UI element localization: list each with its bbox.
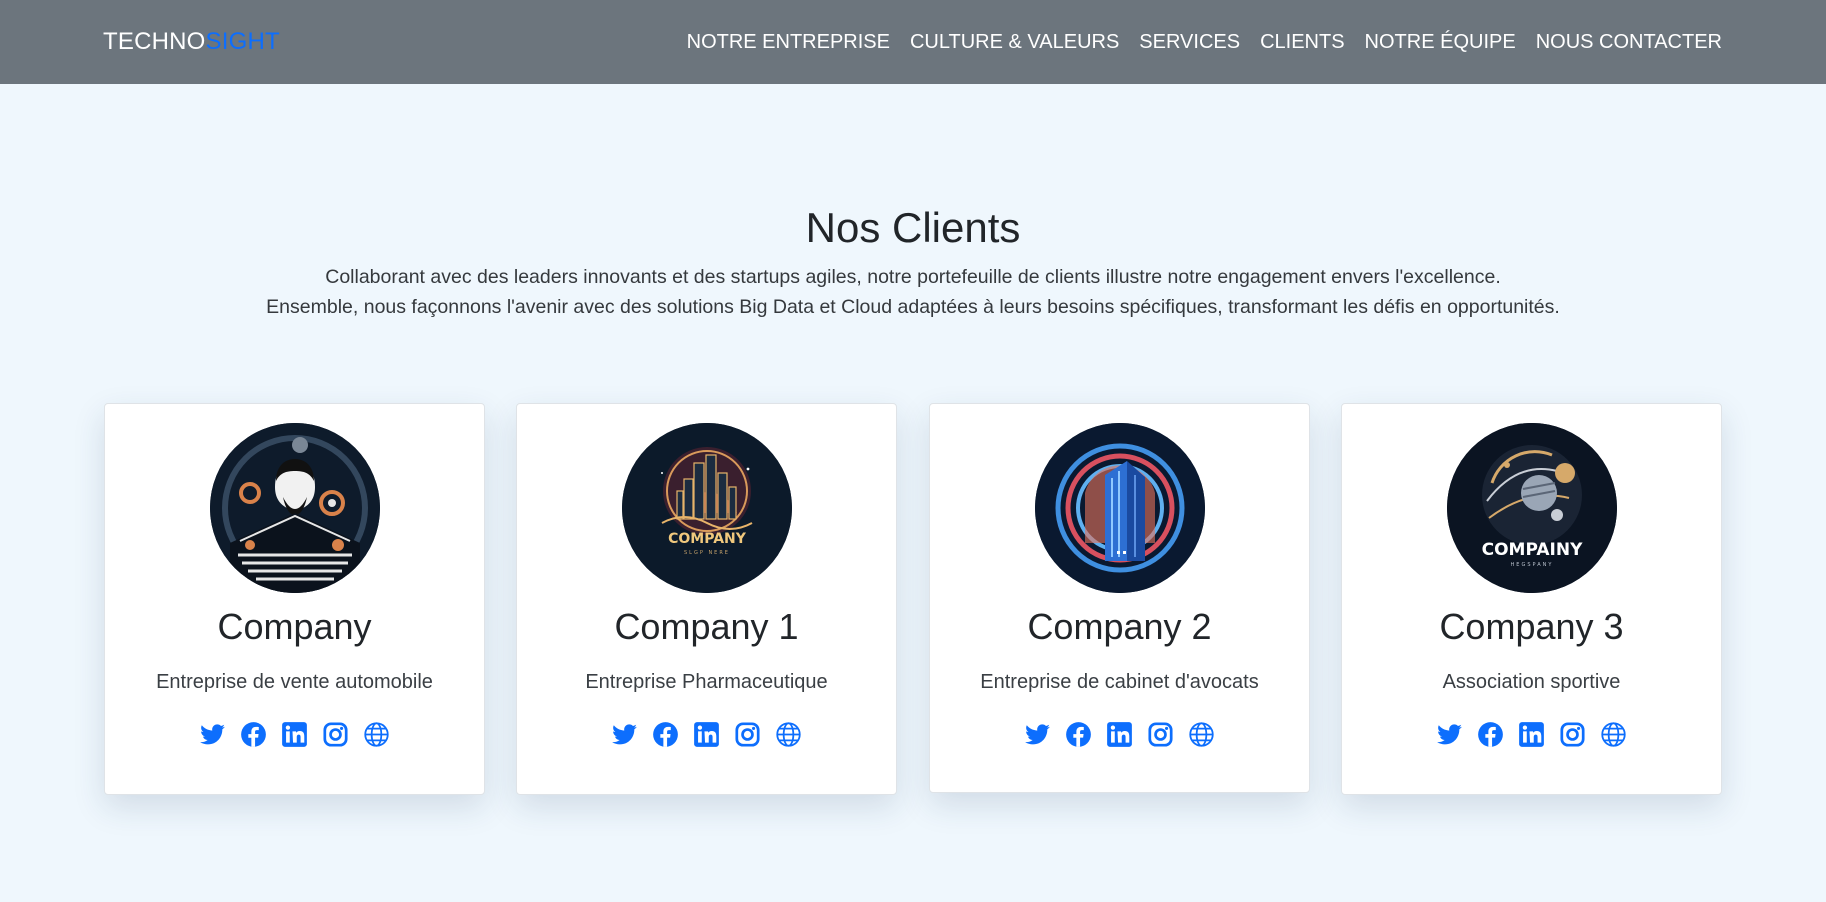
intro-line-2: Ensemble, nous façonnons l'avenir avec d… [266, 296, 1560, 318]
client-name: Company 2 [1027, 606, 1212, 647]
client-name: Company [217, 606, 372, 647]
linkedin-icon[interactable] [693, 721, 720, 748]
client-description: Association sportive [1442, 671, 1621, 693]
client-socials [1342, 721, 1721, 748]
nav-link-services[interactable]: SERVICES [1139, 31, 1240, 54]
twitter-icon[interactable] [199, 721, 226, 748]
facebook-icon[interactable] [240, 721, 267, 748]
client-card: Company Entreprise de vente automobile [104, 403, 485, 795]
twitter-icon[interactable] [1024, 721, 1051, 748]
nav-link-culture-valeurs[interactable]: CULTURE & VALEURS [910, 31, 1119, 54]
twitter-icon[interactable] [1436, 721, 1463, 748]
client-socials [517, 721, 896, 748]
nav-links: NOTRE ENTREPRISE CULTURE & VALEURS SERVI… [687, 31, 1722, 54]
section-intro: Collaborant avec des leaders innovants e… [0, 262, 1826, 322]
brand-logo[interactable]: TECHNOSIGHT [103, 28, 280, 56]
twitter-icon[interactable] [611, 721, 638, 748]
logo-subtext: HEGSPANY [1511, 562, 1554, 568]
client-card: Company 2 Entreprise de cabinet d'avocat… [929, 403, 1310, 793]
client-logo [1035, 423, 1205, 593]
client-description: Entreprise Pharmaceutique [585, 671, 828, 693]
instagram-icon[interactable] [322, 721, 349, 748]
facebook-icon[interactable] [1477, 721, 1504, 748]
intro-line-1: Collaborant avec des leaders innovants e… [325, 266, 1501, 288]
logo-text: COMPAINY [1482, 540, 1583, 560]
facebook-icon[interactable] [652, 721, 679, 748]
nav-link-clients[interactable]: CLIENTS [1260, 31, 1344, 54]
client-logo: COMPAINY HEGSPANY [1447, 423, 1617, 593]
logo-subtext: SLGP NERE [684, 550, 730, 556]
client-card: COMPAINY HEGSPANY Company 3 Association … [1341, 403, 1722, 795]
client-logo: COMPANY SLGP NERE [622, 423, 792, 593]
linkedin-icon[interactable] [281, 721, 308, 748]
navbar: TECHNOSIGHT NOTRE ENTREPRISE CULTURE & V… [0, 0, 1826, 84]
globe-icon[interactable] [1188, 721, 1215, 748]
client-description: Entreprise de vente automobile [156, 671, 433, 693]
brand-part-sight: SIGHT [205, 28, 280, 55]
linkedin-icon[interactable] [1106, 721, 1133, 748]
globe-icon[interactable] [775, 721, 802, 748]
linkedin-icon[interactable] [1518, 721, 1545, 748]
instagram-icon[interactable] [1559, 721, 1586, 748]
client-socials [930, 721, 1309, 748]
client-card: COMPANY SLGP NERE Company 1 Entreprise P… [516, 403, 897, 795]
nav-link-notre-entreprise[interactable]: NOTRE ENTREPRISE [687, 31, 890, 54]
client-logo [210, 423, 380, 593]
instagram-icon[interactable] [1147, 721, 1174, 748]
client-name: Company 1 [614, 606, 799, 647]
client-socials [105, 721, 484, 748]
globe-icon[interactable] [363, 721, 390, 748]
brand-part-techno: TECHNO [103, 28, 206, 55]
client-description: Entreprise de cabinet d'avocats [980, 671, 1259, 693]
facebook-icon[interactable] [1065, 721, 1092, 748]
instagram-icon[interactable] [734, 721, 761, 748]
nav-link-notre-equipe[interactable]: NOTRE ÉQUIPE [1365, 31, 1516, 54]
nav-link-nous-contacter[interactable]: NOUS CONTACTER [1536, 31, 1722, 54]
client-name: Company 3 [1439, 606, 1624, 647]
section-title: Nos Clients [805, 204, 1021, 251]
logo-text: COMPANY [668, 531, 747, 547]
globe-icon[interactable] [1600, 721, 1627, 748]
